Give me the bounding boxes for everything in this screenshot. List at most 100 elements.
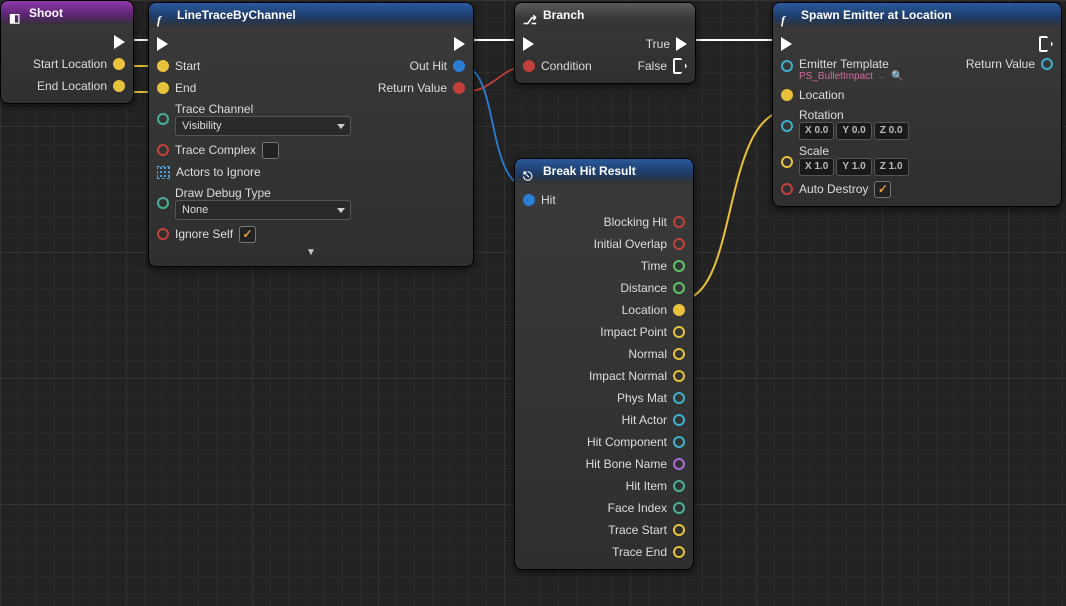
struct-pin[interactable]: [523, 194, 535, 206]
node-header: fLineTraceByChannel: [149, 3, 473, 27]
object-pin[interactable]: [1041, 58, 1053, 70]
vector-pin[interactable]: [157, 82, 169, 94]
output-pin[interactable]: [673, 282, 685, 294]
trace-channel-dropdown[interactable]: Visibility: [175, 116, 351, 136]
pin-label: Hit Bone Name: [586, 457, 667, 471]
expand-toggle[interactable]: ▼: [157, 245, 465, 260]
node-header: ◧ Shoot: [1, 1, 133, 25]
pin-label: Emitter Template: [799, 57, 903, 71]
pin-label: Rotation: [799, 108, 909, 122]
bool-pin[interactable]: [157, 228, 169, 240]
pin-label: Location: [622, 303, 667, 317]
rotator-pin[interactable]: [781, 120, 793, 132]
output-pin[interactable]: [673, 392, 685, 404]
pin-label: Time: [641, 259, 667, 273]
asset-find-icon[interactable]: 🔍: [891, 71, 903, 82]
pin-label: Blocking Hit: [604, 215, 667, 229]
event-icon: ◧: [9, 6, 23, 20]
output-pin[interactable]: [673, 238, 685, 250]
break-icon: ⎋: [523, 164, 537, 178]
node-branch[interactable]: ⎇Branch True Condition False: [514, 2, 696, 84]
output-pin[interactable]: [673, 260, 685, 272]
enum-pin[interactable]: [157, 113, 169, 125]
output-pin[interactable]: [673, 216, 685, 228]
branch-icon: ⎇: [523, 8, 537, 22]
output-pin[interactable]: [673, 480, 685, 492]
exec-in-pin[interactable]: [523, 37, 534, 51]
output-pin[interactable]: [673, 524, 685, 536]
output-pin[interactable]: [673, 304, 685, 316]
node-header: ⎋ Break Hit Result: [515, 159, 693, 183]
checkbox[interactable]: [239, 226, 256, 243]
bool-pin[interactable]: [781, 183, 793, 195]
node-title: Spawn Emitter at Location: [801, 3, 952, 27]
vector-pin[interactable]: [781, 89, 793, 101]
pin-label: Out Hit: [410, 59, 447, 73]
output-pin[interactable]: [673, 436, 685, 448]
pin-label: Trace Channel: [175, 102, 351, 116]
vector-pin[interactable]: [113, 80, 125, 92]
vector-input[interactable]: X 1.0Y 1.0Z 1.0: [799, 158, 909, 176]
bool-pin[interactable]: [453, 82, 465, 94]
struct-pin[interactable]: [453, 60, 465, 72]
enum-pin[interactable]: [157, 197, 169, 209]
pin-label: Trace Complex: [175, 143, 256, 157]
bool-pin[interactable]: [523, 60, 535, 72]
node-title: LineTraceByChannel: [177, 3, 296, 27]
exec-out-pin[interactable]: [676, 37, 687, 51]
output-pin[interactable]: [673, 326, 685, 338]
pin-label: Return Value: [378, 81, 447, 95]
asset-browse-icon[interactable]: ←: [877, 71, 887, 82]
pin-label: Hit Actor: [622, 413, 667, 427]
pin-label: Return Value: [966, 57, 1035, 71]
bool-pin[interactable]: [157, 144, 169, 156]
object-pin[interactable]: [781, 60, 793, 72]
exec-in-pin[interactable]: [157, 37, 168, 51]
exec-out-pin[interactable]: [454, 37, 465, 51]
output-pin[interactable]: [673, 502, 685, 514]
array-pin-icon[interactable]: [157, 166, 170, 179]
output-pin[interactable]: [673, 370, 685, 382]
node-break-hit[interactable]: ⎋Break Hit Result Hit Blocking HitInitia…: [514, 158, 694, 570]
pin-label: Location: [799, 88, 844, 102]
checkbox[interactable]: [874, 181, 891, 198]
pin-label: Draw Debug Type: [175, 186, 351, 200]
node-shoot[interactable]: ◧ Shoot Start Location End Location: [0, 0, 134, 104]
pin-label: Scale: [799, 144, 909, 158]
exec-out-pin[interactable]: [114, 35, 125, 49]
node-linetrace[interactable]: fLineTraceByChannel Start Out Hit End Re…: [148, 2, 474, 267]
node-spawn-emitter[interactable]: fSpawn Emitter at Location Emitter Templ…: [772, 2, 1062, 207]
vector-pin[interactable]: [781, 156, 793, 168]
pin-label: Actors to Ignore: [176, 165, 261, 179]
output-pin[interactable]: [673, 546, 685, 558]
pin-label: Hit Item: [626, 479, 667, 493]
exec-in-pin[interactable]: [781, 37, 792, 51]
pin-label: End Location: [37, 79, 107, 93]
exec-out-pin[interactable]: [673, 58, 687, 74]
vector-input[interactable]: X 0.0Y 0.0Z 0.0: [799, 122, 909, 140]
pin-label: Hit: [541, 193, 556, 207]
node-title: Branch: [543, 3, 584, 27]
pin-label: Phys Mat: [617, 391, 667, 405]
pin-label: Trace End: [612, 545, 667, 559]
vector-pin[interactable]: [113, 58, 125, 70]
pin-label: Ignore Self: [175, 227, 233, 241]
output-pin[interactable]: [673, 348, 685, 360]
draw-debug-dropdown[interactable]: None: [175, 200, 351, 220]
pin-label: True: [646, 37, 670, 51]
checkbox[interactable]: [262, 142, 279, 159]
output-pin[interactable]: [673, 414, 685, 426]
pin-label: Start Location: [33, 57, 107, 71]
exec-out-pin[interactable]: [1039, 36, 1053, 52]
pin-label: Impact Point: [600, 325, 667, 339]
pin-label: False: [638, 59, 667, 73]
vector-pin[interactable]: [157, 60, 169, 72]
pin-label: Auto Destroy: [799, 182, 868, 196]
asset-selector[interactable]: PS_BulletImpact←🔍: [799, 71, 903, 82]
pin-label: Start: [175, 59, 200, 73]
pin-label: Distance: [620, 281, 667, 295]
node-title: Shoot: [29, 1, 63, 25]
pin-label: Normal: [628, 347, 667, 361]
node-title: Break Hit Result: [543, 159, 636, 183]
output-pin[interactable]: [673, 458, 685, 470]
